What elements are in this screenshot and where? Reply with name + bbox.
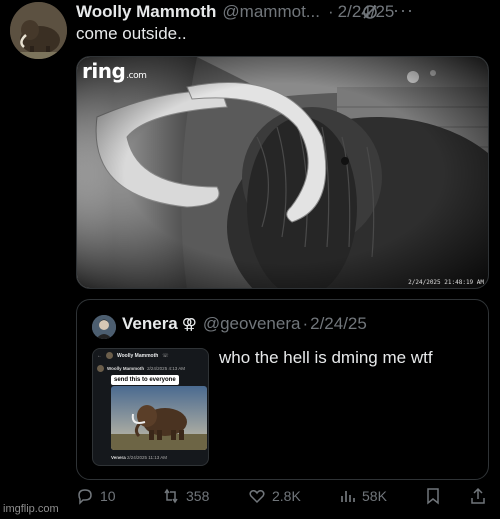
thumbnail-chat-header: ← Woolly Mammoth ☏ bbox=[97, 352, 169, 359]
share-button[interactable] bbox=[469, 487, 487, 505]
quote-header: Venera ⚢ @geovenera · 2/24/25 bbox=[122, 314, 367, 334]
thumbnail-mammoth-image bbox=[111, 386, 207, 450]
quoted-post[interactable]: Venera ⚢ @geovenera · 2/24/25 ← Woolly M… bbox=[76, 299, 489, 480]
heart-icon bbox=[249, 490, 265, 504]
thumbnail-chat-title: Woolly Mammoth bbox=[117, 352, 159, 359]
grok-icon[interactable] bbox=[361, 3, 379, 21]
thumbnail-reply: Venera 2/24/2025 11:13 AM bbox=[111, 455, 167, 460]
bookmark-button[interactable] bbox=[424, 487, 442, 505]
back-arrow-icon: ← bbox=[97, 352, 102, 359]
author-avatar[interactable] bbox=[10, 2, 67, 59]
camera-timestamp: 2/24/2025 21:48:19 AM bbox=[408, 279, 484, 286]
separator: · bbox=[327, 2, 334, 21]
quote-thumbnail[interactable]: ← Woolly Mammoth ☏ Woolly Mammoth 2/24/2… bbox=[92, 348, 209, 466]
repost-button[interactable]: 358 bbox=[162, 487, 209, 505]
views-count: 58K bbox=[362, 488, 387, 504]
post-header: Woolly Mammoth @mammot... · 2/24/25 bbox=[76, 0, 496, 24]
action-bar: 10 358 2.8K 58K bbox=[76, 487, 496, 515]
author-name[interactable]: Woolly Mammoth bbox=[76, 2, 216, 22]
gender-symbol-icon: ⚢ bbox=[181, 316, 197, 333]
post-media[interactable]: ring.com 2/24/2025 21:48:19 AM bbox=[76, 56, 489, 289]
thumbnail-sender-avatar bbox=[97, 365, 104, 372]
author-handle[interactable]: @mammot... bbox=[222, 2, 320, 22]
views-button[interactable]: 58K bbox=[338, 487, 387, 505]
thumbnail-message: send this to everyone bbox=[111, 375, 179, 385]
separator: · bbox=[302, 314, 309, 333]
reply-icon bbox=[78, 489, 92, 505]
bookmark-icon bbox=[427, 488, 439, 505]
repost-icon bbox=[164, 488, 178, 504]
quote-text: who the hell is dming me wtf bbox=[219, 348, 433, 367]
reply-count: 10 bbox=[100, 488, 116, 504]
phone-icon: ☏ bbox=[162, 352, 169, 359]
quote-author-name[interactable]: Venera bbox=[122, 314, 178, 334]
like-count: 2.8K bbox=[272, 488, 301, 504]
repost-count: 358 bbox=[186, 488, 210, 504]
reply-button[interactable]: 10 bbox=[76, 487, 116, 505]
quote-author-handle[interactable]: @geovenera bbox=[203, 314, 301, 334]
ring-logo: ring.com bbox=[82, 59, 147, 83]
more-options-icon[interactable]: ··· bbox=[393, 0, 414, 21]
imgflip-watermark: imgflip.com bbox=[3, 503, 59, 515]
views-icon bbox=[341, 491, 355, 502]
quote-timestamp[interactable]: 2/24/25 bbox=[310, 314, 367, 334]
share-icon bbox=[471, 487, 485, 504]
post-text: come outside.. bbox=[76, 24, 187, 43]
like-button[interactable]: 2.8K bbox=[248, 487, 301, 505]
quote-author-avatar[interactable] bbox=[92, 315, 116, 339]
thumbnail-sender: Woolly Mammoth 2/24/2025 4:13 AM bbox=[97, 365, 185, 372]
thumbnail-avatar bbox=[106, 352, 113, 359]
